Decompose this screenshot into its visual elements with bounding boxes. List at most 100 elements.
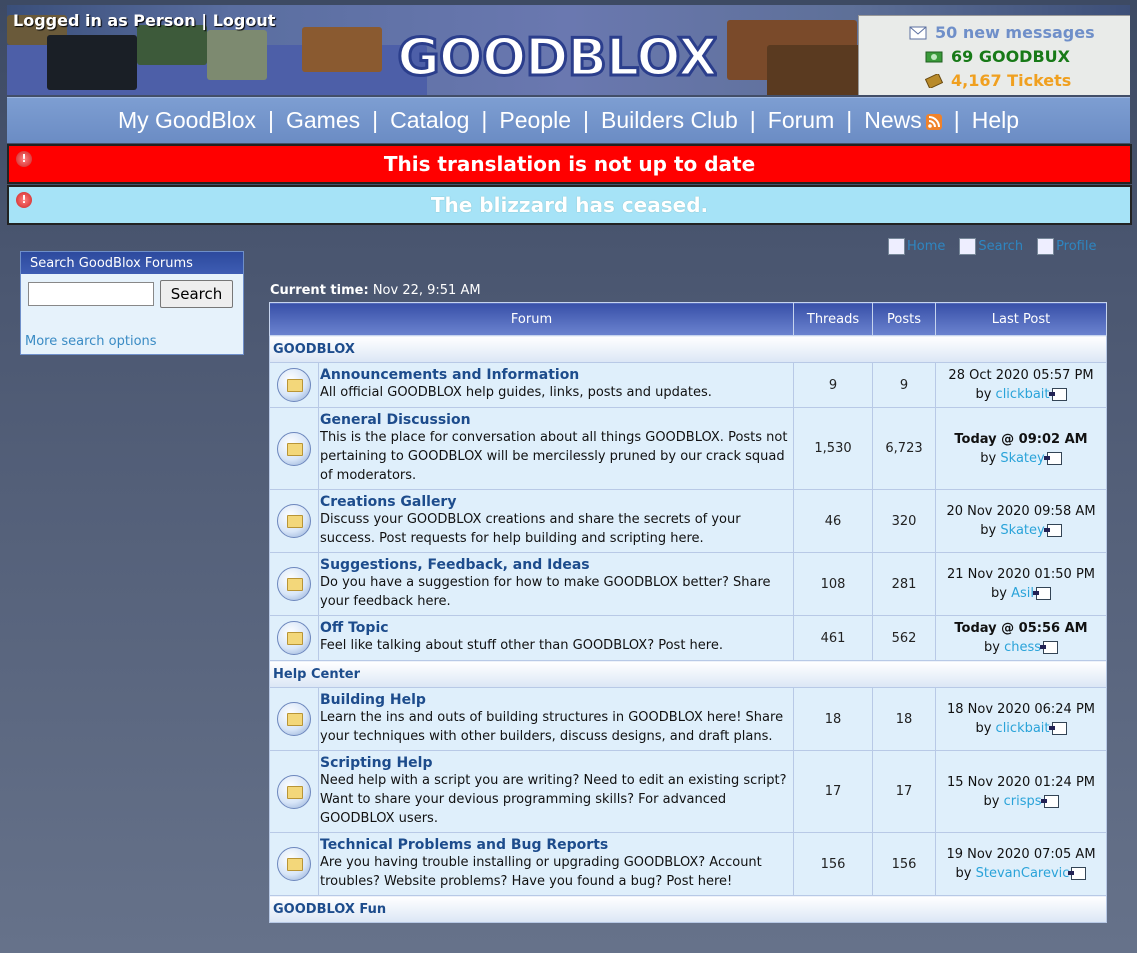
goodbux-link[interactable]: 69 GOODBUX (951, 47, 1070, 66)
forum-name-link[interactable]: Creations Gallery (320, 494, 792, 510)
folder-icon (277, 847, 311, 881)
logout-link[interactable]: Logout (213, 11, 276, 30)
goto-last-post-icon[interactable] (1048, 388, 1067, 401)
thread-count: 1,530 (793, 407, 873, 490)
search-panel-title: Search GoodBlox Forums (21, 252, 243, 274)
nav-catalog[interactable]: Catalog (386, 107, 473, 134)
nav-people[interactable]: People (495, 107, 575, 134)
forum-icon-cell (269, 407, 319, 490)
alert-icon: ! (16, 192, 32, 208)
forum-name-link[interactable]: Technical Problems and Bug Reports (320, 837, 792, 853)
forum-name-link[interactable]: Scripting Help (320, 755, 792, 771)
forum-name-link[interactable]: Off Topic (320, 620, 792, 636)
last-post-date: 18 Nov 2020 06:24 PM (946, 702, 1096, 717)
goto-last-post-icon[interactable] (1043, 524, 1062, 537)
home-link-label: Home (907, 239, 946, 254)
more-search-options-link[interactable]: More search options (25, 334, 157, 349)
last-post-user-link[interactable]: StevanCarevic (976, 866, 1070, 881)
login-links: Logged in as Person | Logout (13, 11, 275, 30)
profile-link[interactable]: Profile (1037, 238, 1096, 255)
goto-last-post-icon[interactable] (1040, 641, 1059, 654)
folder-icon (277, 702, 311, 736)
post-count: 6,723 (872, 407, 936, 490)
category-name[interactable]: GOODBLOX (269, 335, 1107, 363)
forum-row: Off Topic Feel like talking about stuff o… (269, 615, 1107, 661)
last-post-date: 28 Oct 2020 05:57 PM (948, 368, 1094, 383)
nav-news[interactable]: News (860, 107, 946, 134)
forum-icon-cell (269, 750, 319, 833)
forum-row: Scripting Help Need help with a script yo… (269, 750, 1107, 833)
last-post-user-link[interactable]: Skatey (1000, 451, 1044, 466)
forum-description: This is the place for conversation about… (320, 430, 788, 483)
thread-count: 17 (793, 750, 873, 833)
forum-row: Suggestions, Feedback, and Ideas Do you h… (269, 552, 1107, 616)
last-post-date: 19 Nov 2020 07:05 AM (946, 847, 1096, 862)
blizzard-banner-text: The blizzard has ceased. (430, 193, 709, 217)
forum-row: Announcements and Information All officia… (269, 362, 1107, 408)
last-post-cell: 21 Nov 2020 01:50 PM by Asil (935, 552, 1107, 616)
category-row: GOODBLOX (269, 335, 1107, 363)
last-post-date: Today @ 09:02 AM (954, 431, 1088, 447)
forum-description: Learn the ins and outs of building struc… (320, 710, 784, 744)
forum-description: Need help with a script you are writing?… (320, 773, 787, 826)
current-time: Current time: Nov 22, 9:51 AM (270, 283, 481, 298)
category-row: Help Center (269, 660, 1107, 688)
nav-my-goodblox[interactable]: My GoodBlox (114, 107, 260, 134)
blizzard-banner: ! The blizzard has ceased. (7, 185, 1132, 225)
logged-in-label[interactable]: Logged in as Person (13, 11, 196, 30)
forum-description: Feel like talking about stuff other than… (320, 638, 723, 653)
last-post-user-link[interactable]: clickbait (996, 387, 1050, 402)
last-post-user-link[interactable]: Skatey (1000, 523, 1044, 538)
goto-last-post-icon[interactable] (1032, 587, 1051, 600)
forum-name-link[interactable]: Suggestions, Feedback, and Ideas (320, 557, 792, 573)
main-nav: My GoodBlox | Games | Catalog | People |… (7, 97, 1130, 143)
nav-separator: | (846, 107, 853, 133)
goto-last-post-icon[interactable] (1048, 722, 1067, 735)
last-post-date: Today @ 05:56 AM (954, 621, 1088, 636)
envelope-icon (909, 26, 927, 39)
forum-name-link[interactable]: General Discussion (320, 412, 792, 428)
forum-name-link[interactable]: Building Help (320, 692, 792, 708)
search-button[interactable]: Search (160, 280, 233, 308)
goto-last-post-icon[interactable] (1068, 867, 1087, 880)
notification-panel: 50 new messages 69 GOODBUX 4,167 Tickets (858, 15, 1130, 95)
nav-forum[interactable]: Forum (764, 107, 838, 134)
translation-banner: ! This translation is not up to date (7, 144, 1132, 184)
messages-link[interactable]: 50 new messages (935, 23, 1095, 42)
last-post-by: by (983, 793, 1000, 809)
category-name[interactable]: GOODBLOX Fun (269, 895, 1107, 923)
search-link[interactable]: Search (959, 238, 1023, 255)
home-link[interactable]: Home (888, 238, 945, 255)
nav-games[interactable]: Games (282, 107, 364, 134)
home-icon (888, 238, 905, 255)
search-input[interactable] (28, 282, 154, 306)
last-post-user-link[interactable]: clickbait (996, 721, 1050, 736)
forum-info-cell: Building Help Learn the ins and outs of b… (318, 687, 794, 751)
table-header-row: Forum Threads Posts Last Post (269, 302, 1107, 336)
rss-icon[interactable] (925, 113, 942, 130)
goto-last-post-icon[interactable] (1043, 451, 1062, 465)
tickets-link[interactable]: 4,167 Tickets (951, 71, 1071, 90)
forum-search-panel: Search GoodBlox Forums Search More searc… (20, 251, 244, 355)
forum-name-link[interactable]: Announcements and Information (320, 367, 792, 383)
last-post-cell: Today @ 09:02 AM by Skatey (935, 407, 1107, 490)
nav-separator: | (583, 107, 589, 133)
forum-toplinks: Home Search Profile (888, 238, 1096, 255)
last-post-user-link[interactable]: Asil (1011, 586, 1034, 601)
goodblox-logo[interactable]: GOODBLOX (397, 27, 717, 87)
last-post-user-link[interactable]: chess (1004, 640, 1041, 655)
goto-last-post-icon[interactable] (1040, 794, 1059, 808)
category-name[interactable]: Help Center (269, 660, 1107, 688)
nav-builders-club[interactable]: Builders Club (597, 107, 742, 134)
last-post-user-link[interactable]: crisps (1004, 794, 1042, 809)
nav-separator: | (268, 107, 274, 133)
forum-icon-cell (269, 832, 319, 896)
nav-help[interactable]: Help (968, 107, 1023, 134)
last-post-by: by (980, 523, 997, 538)
last-post-cell: 20 Nov 2020 09:58 AM by Skatey (935, 489, 1107, 553)
nav-separator: | (372, 107, 379, 133)
folder-icon (277, 621, 311, 655)
forum-row: Technical Problems and Bug Reports Are yo… (269, 832, 1107, 896)
thread-count: 46 (793, 489, 873, 553)
last-post-by: by (975, 721, 992, 736)
